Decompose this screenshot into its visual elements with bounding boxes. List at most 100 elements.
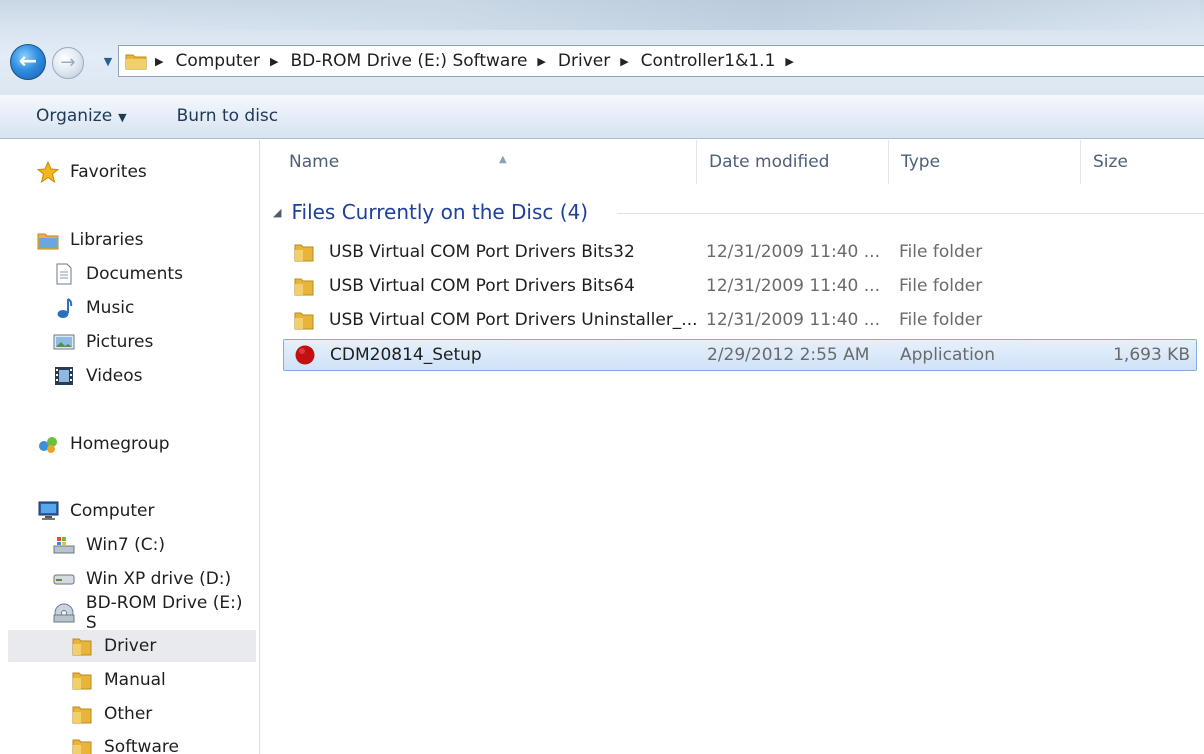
command-bar: Organize ▼ Burn to disc: [0, 95, 1204, 139]
forward-button[interactable]: →: [52, 47, 84, 79]
organize-button[interactable]: Organize ▼: [0, 95, 127, 139]
file-date: 12/31/2009 11:40 ...: [706, 242, 880, 262]
chevron-right-icon[interactable]: ▶: [270, 55, 278, 68]
group-title: Files Currently on the Disc (4): [291, 200, 589, 224]
sidebar-item-drive-e[interactable]: BD-ROM Drive (E:) S: [0, 593, 258, 633]
hard-drive-icon: [52, 568, 76, 590]
music-icon: [52, 297, 76, 319]
chevron-right-icon[interactable]: ▶: [785, 55, 793, 68]
navigation-pane: Favorites Libraries Documents Music Pict…: [0, 140, 260, 754]
chevron-right-icon[interactable]: ▶: [620, 55, 628, 68]
breadcrumb-drive[interactable]: BD-ROM Drive (E:) Software: [290, 51, 527, 71]
homegroup-icon: [36, 433, 60, 455]
file-name-cell: USB Virtual COM Port Drivers Bits32: [293, 237, 635, 267]
windows-drive-icon: [52, 534, 76, 556]
chevron-down-icon: ▼: [118, 110, 127, 124]
recent-pages-button[interactable]: ▼: [100, 54, 116, 70]
breadcrumb-driver[interactable]: Driver: [558, 51, 610, 71]
column-header-row: Name ▲ Date modified Type Size: [261, 140, 1204, 184]
folder-icon: [293, 309, 315, 331]
chevron-right-icon[interactable]: ▶: [537, 55, 545, 68]
computer-icon: [36, 500, 60, 522]
file-name: USB Virtual COM Port Drivers Uninstaller…: [329, 310, 698, 330]
sidebar-item-label: Win7 (C:): [86, 535, 166, 555]
file-date: 12/31/2009 11:40 ...: [706, 276, 880, 296]
file-name: USB Virtual COM Port Drivers Bits64: [329, 276, 635, 296]
file-date: 12/31/2009 11:40 ...: [706, 310, 880, 330]
column-name-label: Name: [289, 152, 340, 172]
collapse-triangle-icon[interactable]: ◢: [273, 206, 281, 219]
file-type: File folder: [899, 276, 983, 296]
burn-to-disc-button[interactable]: Burn to disc: [127, 95, 279, 139]
sidebar-item-favorites[interactable]: Favorites: [0, 156, 258, 188]
address-bar[interactable]: ▶ Computer ▶ BD-ROM Drive (E:) Software …: [118, 45, 1204, 77]
sidebar-item-manual[interactable]: Manual: [0, 664, 258, 696]
folder-icon: [70, 736, 94, 754]
sidebar-item-other[interactable]: Other: [0, 698, 258, 730]
sidebar-item-music[interactable]: Music: [0, 292, 258, 324]
column-header-type[interactable]: Type: [889, 140, 1081, 184]
folder-icon: [125, 52, 147, 70]
sidebar-item-label: Manual: [104, 670, 166, 690]
sidebar-item-label: Music: [86, 298, 135, 318]
breadcrumb-computer[interactable]: Computer: [175, 51, 260, 71]
column-header-date[interactable]: Date modified: [697, 140, 889, 184]
sidebar-item-label: Videos: [86, 366, 143, 386]
folder-icon: [70, 703, 94, 725]
file-size: 1,693 KB: [1113, 345, 1190, 365]
table-row[interactable]: USB Virtual COM Port Drivers Uninstaller…: [283, 305, 1197, 337]
application-icon: [294, 344, 316, 366]
sidebar-item-homegroup[interactable]: Homegroup: [0, 428, 258, 460]
group-header[interactable]: ◢ Files Currently on the Disc (4): [273, 196, 588, 228]
document-icon: [52, 263, 76, 285]
column-header-size[interactable]: Size: [1081, 140, 1204, 184]
sidebar-item-label: Libraries: [70, 230, 144, 250]
chevron-right-icon[interactable]: ▶: [155, 55, 163, 68]
sidebar-item-software[interactable]: Software: [0, 731, 258, 754]
file-name: USB Virtual COM Port Drivers Bits32: [329, 242, 635, 262]
sidebar-item-drive-c[interactable]: Win7 (C:): [0, 529, 258, 561]
file-type: File folder: [899, 310, 983, 330]
back-button[interactable]: ←: [10, 44, 46, 80]
pictures-icon: [52, 331, 76, 353]
file-type: Application: [900, 345, 995, 365]
file-type: File folder: [899, 242, 983, 262]
sidebar-item-documents[interactable]: Documents: [0, 258, 258, 290]
file-list: Name ▲ Date modified Type Size ◢ Files C…: [261, 140, 1204, 754]
sidebar-item-label: Documents: [86, 264, 183, 284]
sidebar-item-label: Driver: [104, 636, 157, 656]
sidebar-item-libraries[interactable]: Libraries: [0, 224, 258, 256]
folder-icon: [293, 241, 315, 263]
sidebar-item-videos[interactable]: Videos: [0, 360, 258, 392]
folder-icon: [293, 275, 315, 297]
libraries-icon: [36, 229, 60, 251]
star-icon: [36, 161, 60, 183]
sidebar-item-driver[interactable]: Driver: [8, 630, 256, 662]
film-icon: [52, 365, 76, 387]
sidebar-item-drive-d[interactable]: Win XP drive (D:): [0, 563, 258, 595]
sidebar-item-pictures[interactable]: Pictures: [0, 326, 258, 358]
folder-icon: [70, 669, 94, 691]
file-name-cell: CDM20814_Setup: [294, 340, 482, 370]
sidebar-item-computer[interactable]: Computer: [0, 495, 258, 527]
sort-up-icon: ▲: [499, 154, 507, 165]
table-row[interactable]: USB Virtual COM Port Drivers Bits64 12/3…: [283, 271, 1197, 303]
sidebar-item-label: Software: [104, 737, 179, 754]
sidebar-item-label: Homegroup: [70, 434, 170, 454]
disc-drive-icon: [52, 602, 76, 624]
column-header-name[interactable]: Name ▲: [277, 140, 697, 184]
sidebar-item-label: Win XP drive (D:): [86, 569, 232, 589]
breadcrumb-controller[interactable]: Controller1&1.1: [641, 51, 776, 71]
group-divider: [617, 213, 1204, 214]
sidebar-item-label: BD-ROM Drive (E:) S: [85, 593, 243, 633]
file-date: 2/29/2012 2:55 AM: [707, 345, 870, 365]
sidebar-item-label: Computer: [70, 501, 155, 521]
title-bar: ← → ▼ ▶ Computer ▶ BD-ROM Drive (E:) Sof…: [0, 0, 1204, 95]
table-row[interactable]: USB Virtual COM Port Drivers Bits32 12/3…: [283, 237, 1197, 269]
sidebar-item-label: Pictures: [86, 332, 154, 352]
sidebar-item-label: Other: [104, 704, 153, 724]
file-name: CDM20814_Setup: [330, 345, 482, 365]
organize-label: Organize: [36, 105, 113, 126]
breadcrumb: ▶ Computer ▶ BD-ROM Drive (E:) Software …: [155, 46, 806, 76]
table-row-selected[interactable]: CDM20814_Setup 2/29/2012 2:55 AM Applica…: [283, 339, 1197, 371]
